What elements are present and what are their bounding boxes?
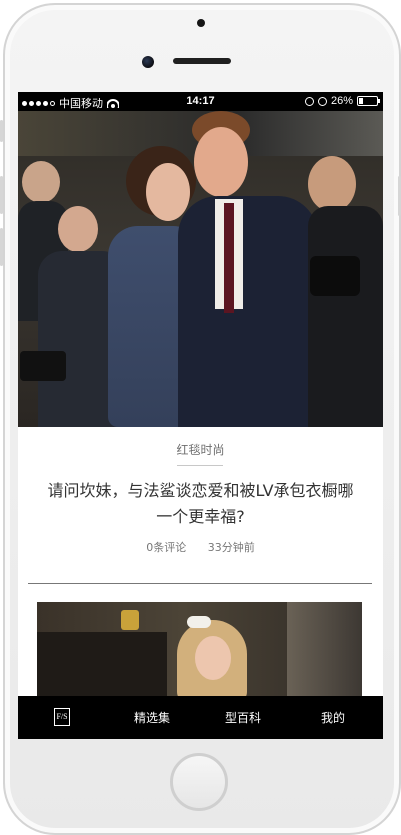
publish-time: 33分钟前 [207,541,255,554]
article-divider [28,583,372,584]
photo-man-suit [178,196,318,427]
photo-man-tie [224,203,234,313]
alarm-icon [317,96,327,106]
home-button[interactable] [170,753,228,811]
photo-woman-face [146,163,190,221]
tab-featured[interactable]: 精选集 [134,709,170,726]
mute-switch [0,120,3,142]
battery-fill [359,98,363,104]
proximity-sensor [197,19,205,27]
photo-man-face [194,127,248,197]
bottom-tab-bar: F/S 精选集 型百科 我的 [18,696,383,739]
article-title-line-2: 一个更幸福? [156,507,245,526]
rotation-lock-icon [304,96,314,106]
front-camera [142,56,154,68]
article-meta: 0条评论 33分钟前 [18,539,383,555]
battery-icon [357,96,380,106]
earpiece-speaker [173,58,231,64]
volume-down-button [0,228,3,266]
tab-mine[interactable]: 我的 [321,709,345,726]
photo-older-man-head [58,206,98,252]
comment-count[interactable]: 0条评论 [146,541,186,554]
article-title-line-1: 请问坎妹，与法鲨谈恋爱和被LV承包衣橱哪 [47,481,354,500]
brand-logo-icon[interactable]: F/S [54,708,70,726]
photo-photographer-body [308,206,383,427]
photo-white-bow [187,616,211,628]
status-bar: 中国移动 14:17 26% [18,92,383,111]
photo-model-face [195,636,231,680]
photo-bystander-left [22,161,60,203]
article-category[interactable]: 红毯时尚 [18,441,383,458]
photo-photographer-camera [310,256,360,296]
photo-shelf-right [287,602,362,702]
next-article-image[interactable] [37,602,362,702]
category-underline [177,465,223,466]
article-hero-image[interactable] [18,111,383,427]
screen: 中国移动 14:17 26% 红毯时尚 请问坎妹，与法鲨谈恋爱和被LV承包衣橱哪… [18,92,383,739]
volume-up-button [0,176,3,214]
photo-yellow-cup [121,610,139,630]
tab-style-encyclopedia[interactable]: 型百科 [225,709,261,726]
battery-percent: 26% [330,95,353,107]
article-title[interactable]: 请问坎妹，与法鲨谈恋爱和被LV承包衣橱哪 一个更幸福? [30,478,371,530]
photo-photographer-head [308,156,356,212]
photo-counter [37,632,167,702]
photo-camera [20,351,66,381]
